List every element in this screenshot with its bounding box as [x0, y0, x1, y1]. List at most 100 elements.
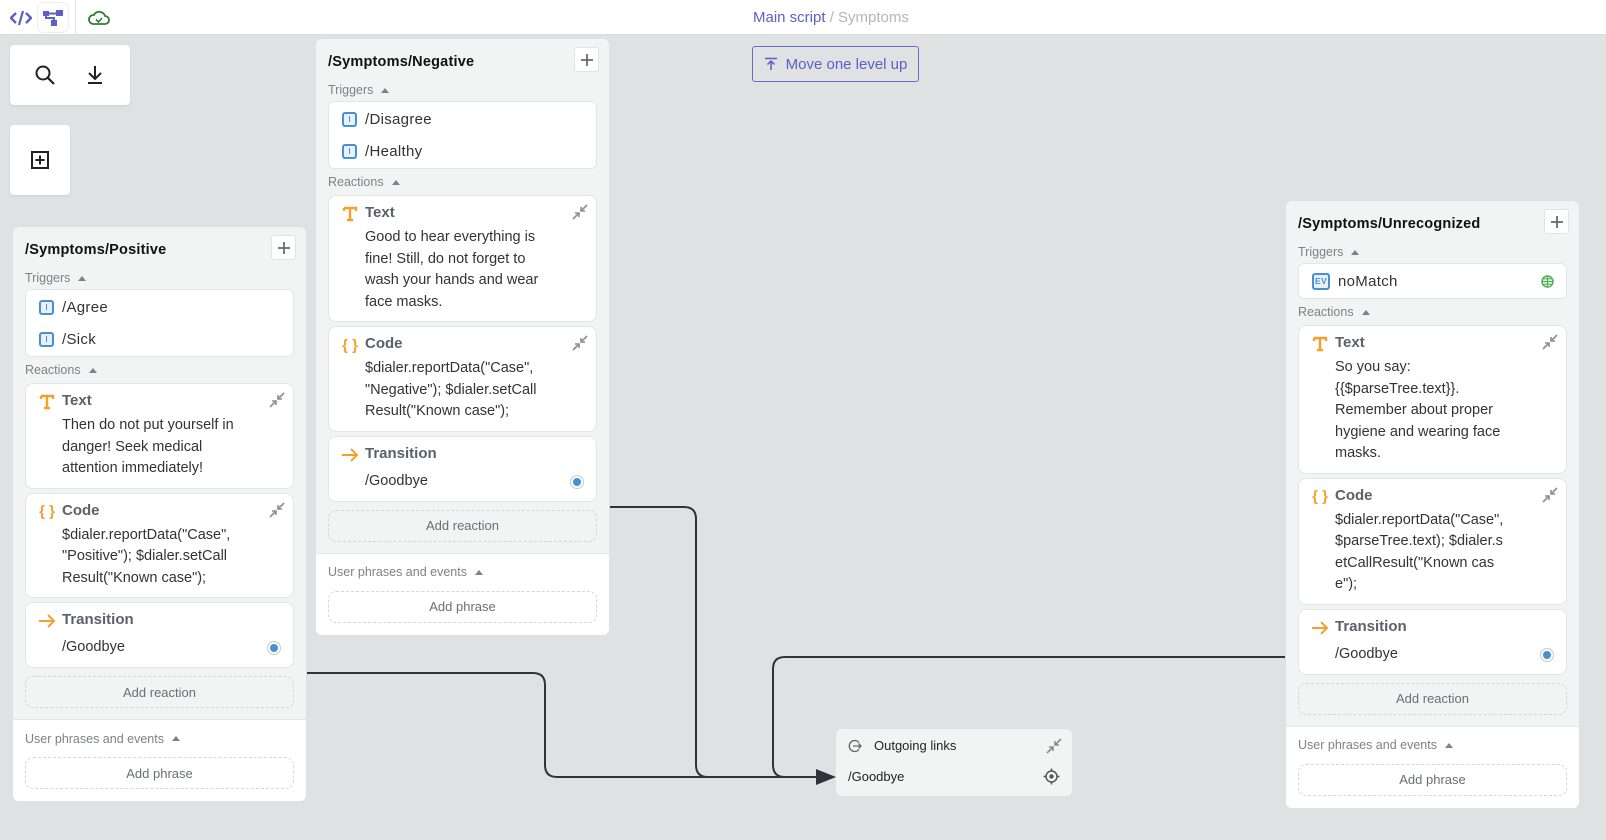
- code-braces-icon: { }: [1312, 488, 1328, 505]
- outgoing-link-item[interactable]: /Goodbye: [848, 769, 904, 784]
- trigger-item[interactable]: /Healthy: [329, 135, 596, 167]
- link-positive-to-goodbye: [307, 672, 836, 785]
- transition-target[interactable]: /Goodbye: [1335, 646, 1552, 666]
- add-phrase-button[interactable]: Add phrase: [328, 590, 597, 623]
- link-handle[interactable]: [267, 641, 281, 655]
- triggers-toggle[interactable]: Triggers: [1286, 239, 1579, 261]
- reaction-body: $dialer.reportData("Case", $parseTree.te…: [1335, 511, 1504, 593]
- triggers-list: /Disagree /Healthy: [328, 101, 597, 169]
- caret-up-icon: [474, 569, 483, 575]
- phrases-label: User phrases and events: [328, 565, 467, 579]
- caret-up-icon: [88, 367, 97, 373]
- add-to-state-button[interactable]: [1544, 209, 1569, 234]
- phrases-toggle[interactable]: User phrases and events: [1286, 737, 1579, 754]
- text-type-icon: [341, 205, 359, 223]
- diagram-view-button[interactable]: [38, 3, 68, 32]
- reaction-title: Code: [1335, 486, 1373, 504]
- transition-target[interactable]: /Goodbye: [62, 639, 279, 659]
- triggers-toggle[interactable]: Triggers: [316, 77, 609, 99]
- collapse-icon[interactable]: [1542, 486, 1558, 508]
- arrow-right-icon: [38, 612, 56, 630]
- cloud-status-button[interactable]: [84, 3, 114, 32]
- caret-up-icon: [1444, 742, 1453, 748]
- search-icon: [35, 65, 55, 85]
- flow-diagram-icon: [43, 9, 63, 26]
- plus-icon: [1550, 215, 1563, 228]
- intent-icon: [342, 111, 357, 127]
- outgoing-links-panel[interactable]: Outgoing links /Goodbye: [836, 729, 1072, 796]
- trigger-item[interactable]: /Sick: [26, 323, 293, 355]
- collapse-icon[interactable]: [572, 335, 588, 356]
- arrow-right-icon: [1311, 619, 1329, 637]
- intent-icon: [39, 299, 54, 315]
- breadcrumb-separator: /: [829, 9, 834, 26]
- download-button[interactable]: [80, 60, 110, 90]
- plus-icon: [277, 241, 290, 254]
- reactions-label: Reactions: [328, 175, 384, 189]
- collapse-icon[interactable]: [572, 204, 588, 225]
- transition-target[interactable]: /Goodbye: [365, 473, 582, 493]
- phrases-toggle[interactable]: User phrases and events: [316, 564, 609, 581]
- arrow-up-to-line-icon: [764, 57, 777, 70]
- state-card-negative[interactable]: /Symptoms/Negative Triggers /Disagree /H…: [316, 39, 609, 635]
- exit-icon: [848, 739, 862, 752]
- triggers-label: Triggers: [25, 271, 71, 285]
- event-icon: EV: [1312, 272, 1330, 290]
- state-card-positive[interactable]: /Symptoms/Positive Triggers /Agree /Sick…: [13, 227, 306, 801]
- reactions-label: Reactions: [25, 363, 81, 377]
- add-phrase-button[interactable]: Add phrase: [1298, 763, 1567, 796]
- link-handle[interactable]: [570, 474, 584, 489]
- collapse-icon[interactable]: [269, 392, 285, 413]
- add-phrase-button[interactable]: Add phrase: [25, 757, 294, 789]
- reaction-text[interactable]: Text Then do not put yourself in danger!…: [25, 383, 294, 489]
- trigger-item[interactable]: /Agree: [26, 291, 293, 323]
- code-icon: [10, 10, 32, 25]
- collapse-icon[interactable]: [1046, 738, 1062, 759]
- phrases-label: User phrases and events: [25, 731, 164, 746]
- add-to-state-button[interactable]: [271, 235, 296, 260]
- reaction-body: $dialer.reportData("Case", "Negative"); …: [365, 360, 537, 419]
- intent-icon: [342, 143, 357, 159]
- reaction-body: $dialer.reportData("Case", "Positive"); …: [62, 526, 231, 586]
- add-reaction-button[interactable]: Add reaction: [328, 509, 597, 542]
- code-view-button[interactable]: [6, 3, 36, 32]
- reactions-toggle[interactable]: Reactions: [13, 357, 306, 379]
- reaction-transition[interactable]: Transition /Goodbye: [328, 435, 597, 502]
- trigger-item[interactable]: EV noMatch: [1299, 265, 1566, 297]
- trigger-item[interactable]: /Disagree: [329, 103, 596, 135]
- reaction-title: Code: [62, 501, 100, 519]
- reaction-code[interactable]: { } Code $dialer.reportData("Case", $par…: [1298, 477, 1567, 605]
- add-state-button[interactable]: [25, 145, 55, 175]
- breadcrumb-main-script[interactable]: Main script: [753, 9, 826, 26]
- state-title: /Symptoms/Negative: [328, 54, 475, 70]
- reaction-code[interactable]: { } Code $dialer.reportData("Case", "Pos…: [25, 492, 294, 598]
- text-type-icon: [38, 393, 56, 411]
- phrases-toggle[interactable]: User phrases and events: [13, 730, 306, 747]
- reaction-body: Good to hear everything is fine! Still, …: [365, 229, 539, 310]
- reactions-label: Reactions: [1298, 305, 1354, 319]
- move-one-level-up-button[interactable]: Move one level up: [752, 46, 919, 82]
- reaction-text[interactable]: Text So you say: {{$parseTree.text}}. Re…: [1298, 325, 1567, 474]
- triggers-toggle[interactable]: Triggers: [13, 265, 306, 287]
- reaction-transition[interactable]: Transition /Goodbye: [1298, 608, 1567, 675]
- triggers-label: Triggers: [328, 83, 374, 97]
- text-type-icon: [1311, 335, 1329, 353]
- link-handle[interactable]: [1540, 647, 1554, 662]
- reactions-toggle[interactable]: Reactions: [316, 169, 609, 191]
- collapse-icon[interactable]: [1542, 334, 1558, 355]
- add-reaction-button[interactable]: Add reaction: [25, 676, 294, 708]
- reaction-text[interactable]: Text Good to hear everything is fine! St…: [328, 195, 597, 322]
- locate-button[interactable]: [1043, 768, 1060, 790]
- add-to-state-button[interactable]: [574, 47, 599, 72]
- reaction-code[interactable]: { } Code $dialer.reportData("Case", "Neg…: [328, 326, 597, 432]
- collapse-icon[interactable]: [269, 501, 285, 523]
- cloud-check-icon: [88, 10, 110, 25]
- trigger-label: /Disagree: [365, 110, 432, 128]
- add-reaction-button[interactable]: Add reaction: [1298, 682, 1567, 715]
- caret-up-icon: [171, 736, 180, 741]
- search-button[interactable]: [30, 60, 60, 90]
- reaction-transition[interactable]: Transition /Goodbye: [25, 602, 294, 668]
- reactions-toggle[interactable]: Reactions: [1286, 299, 1579, 321]
- triggers-label: Triggers: [1298, 245, 1344, 259]
- state-card-unrecognized[interactable]: /Symptoms/Unrecognized Triggers EV noMatc…: [1286, 201, 1579, 808]
